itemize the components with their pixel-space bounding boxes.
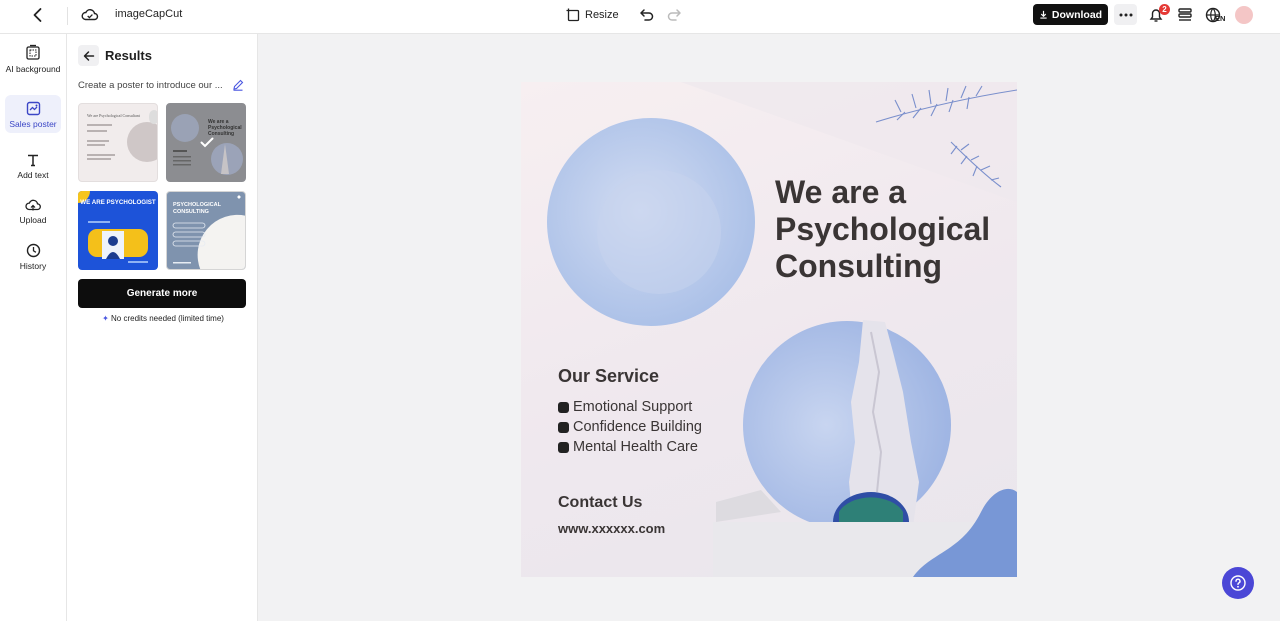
redo-icon[interactable] <box>666 7 682 23</box>
rail-label: History <box>19 261 47 271</box>
left-rail: AI background Sales poster Add text Uplo… <box>0 34 67 621</box>
question-icon <box>1230 575 1246 591</box>
upload-cloud-icon <box>25 199 41 211</box>
service-item: Mental Health Care <box>558 437 702 457</box>
poster-service-title[interactable]: Our Service <box>558 366 659 387</box>
edit-pencil-icon[interactable] <box>232 79 244 91</box>
download-button[interactable]: Download <box>1033 4 1108 25</box>
rail-item-add-text[interactable]: Add text <box>5 153 61 183</box>
rail-label: Upload <box>19 215 47 225</box>
rail-item-history[interactable]: History <box>5 243 61 273</box>
result-thumbnail-4[interactable]: PSYCHOLOGICAL CONSULTING <box>166 191 246 270</box>
clock-icon <box>26 243 40 258</box>
credits-note: ✦ No credits needed (limited time) <box>68 314 258 323</box>
ai-background-icon <box>26 44 40 60</box>
prompt-text[interactable]: Create a poster to introduce our ... <box>78 80 228 91</box>
generate-more-button[interactable]: Generate more <box>78 279 246 308</box>
rail-item-upload[interactable]: Upload <box>5 198 61 228</box>
resize-button[interactable]: Resize <box>566 6 619 24</box>
sparkle-icon: ✦ <box>102 314 109 323</box>
poster-url[interactable]: www.xxxxxx.com <box>558 521 665 536</box>
service-label: Confidence Building <box>573 419 702 435</box>
top-bar: imageCapCut Co Resize Download 2 <box>0 0 1280 34</box>
service-label: Emotional Support <box>573 399 693 415</box>
rail-label: Add text <box>17 170 49 180</box>
checkmark-icon <box>200 137 214 148</box>
layers-icon[interactable] <box>1176 6 1194 24</box>
result-thumbnail-2[interactable]: We are a Psychological Consulting <box>166 103 246 182</box>
avatar[interactable] <box>1235 6 1253 24</box>
thumbnail-text: PSYCHOLOGICAL CONSULTING <box>173 202 221 215</box>
bullet-icon <box>558 421 569 433</box>
help-button[interactable] <box>1222 567 1254 599</box>
sales-poster-icon <box>26 101 40 116</box>
undo-icon[interactable] <box>639 7 655 23</box>
resize-icon <box>566 8 580 22</box>
thumbnail-text: WE ARE PSYCHOLOGIST <box>80 199 156 206</box>
credits-text: No credits needed (limited time) <box>111 314 224 323</box>
notification-badge: 2 <box>1159 4 1170 15</box>
rail-label: AI background <box>5 64 61 74</box>
poster-service-list[interactable]: Emotional Support Confidence Building Me… <box>558 397 702 457</box>
thumbnail-text: We are a Psychological Consulting <box>208 119 242 137</box>
poster-canvas[interactable]: We are a Psychological Consulting Our Se… <box>521 82 1017 577</box>
service-item: Confidence Building <box>558 417 702 437</box>
text-icon <box>28 154 38 167</box>
project-name[interactable]: imageCapCut Co <box>115 8 185 20</box>
rail-item-ai-background[interactable]: AI background <box>5 44 61 88</box>
bullet-icon <box>558 401 569 413</box>
download-icon <box>1040 10 1047 19</box>
result-thumbnail-3[interactable]: WE ARE PSYCHOLOGIST <box>78 191 158 270</box>
more-options-button[interactable] <box>1114 4 1137 25</box>
canvas-area: We are a Psychological Consulting Our Se… <box>258 34 1280 621</box>
panel-back-button[interactable] <box>78 45 99 66</box>
rail-item-sales-poster[interactable]: Sales poster <box>5 95 61 133</box>
back-arrow-icon[interactable] <box>28 5 48 25</box>
service-label: Mental Health Care <box>573 439 698 455</box>
bullet-icon <box>558 441 569 453</box>
more-dots-icon <box>1119 13 1132 16</box>
result-thumbnail-1[interactable]: We are Psychological Consultant <box>78 103 158 182</box>
rail-label: Sales poster <box>9 119 57 129</box>
results-panel: Results Create a poster to introduce our… <box>68 34 258 621</box>
resize-label: Resize <box>585 9 619 21</box>
download-label: Download <box>1051 8 1103 21</box>
poster-contact-title[interactable]: Contact Us <box>558 494 642 512</box>
poster-headline[interactable]: We are a Psychological Consulting <box>775 174 1005 285</box>
service-item: Emotional Support <box>558 397 702 417</box>
back-arrow-icon <box>83 50 94 61</box>
panel-title: Results <box>105 48 152 63</box>
language-label[interactable]: EN <box>1215 14 1225 23</box>
divider <box>67 7 68 25</box>
thumbnail-text: We are Psychological Consultant <box>87 113 140 118</box>
cloud-icon[interactable] <box>81 6 99 24</box>
